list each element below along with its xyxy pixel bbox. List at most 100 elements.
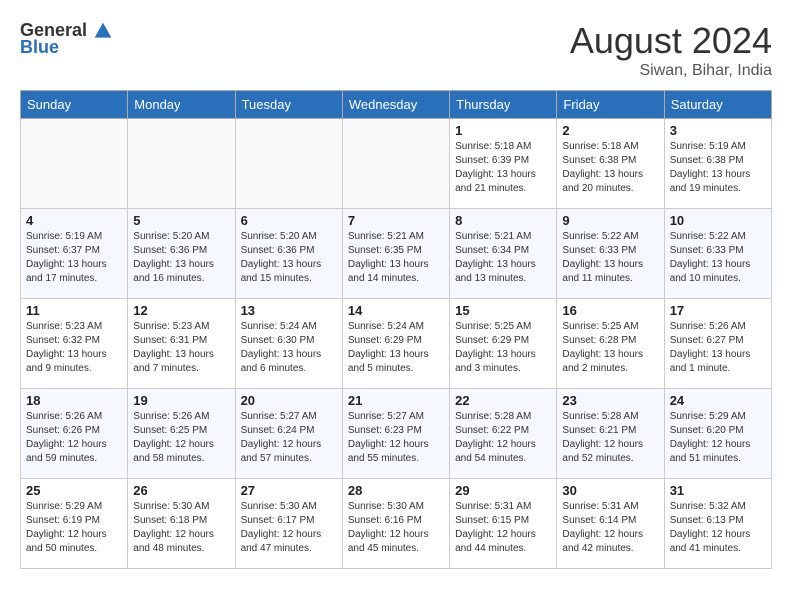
day-number: 7 bbox=[348, 213, 444, 228]
day-number: 28 bbox=[348, 483, 444, 498]
calendar-day-cell: 2 Sunrise: 5:18 AM Sunset: 6:38 PM Daylig… bbox=[557, 119, 664, 209]
day-info: Sunrise: 5:30 AM Sunset: 6:17 PM Dayligh… bbox=[241, 500, 337, 556]
day-number: 31 bbox=[670, 483, 766, 498]
calendar-week-row: 25Sunrise: 5:29 AM Sunset: 6:19 PM Dayli… bbox=[21, 479, 772, 569]
weekday-header-tuesday: Tuesday bbox=[235, 91, 342, 119]
day-info: Sunrise: 5:20 AM Sunset: 6:36 PM Dayligh… bbox=[241, 230, 337, 286]
day-number: 15 bbox=[455, 303, 551, 318]
day-info: Sunrise: 5:30 AM Sunset: 6:16 PM Dayligh… bbox=[348, 500, 444, 556]
calendar-day-cell bbox=[235, 119, 342, 209]
weekday-header-sunday: Sunday bbox=[21, 91, 128, 119]
calendar-day-cell: 31 Sunrise: 5:32 AM Sunset: 6:13 PM Dayli… bbox=[664, 479, 771, 569]
day-number: 23 bbox=[562, 393, 658, 408]
day-info: Sunrise: 5:23 AM Sunset: 6:32 PM Dayligh… bbox=[26, 320, 122, 376]
day-number: 4 bbox=[26, 213, 122, 228]
calendar-table: SundayMondayTuesdayWednesdayThursdayFrid… bbox=[20, 90, 772, 569]
calendar-day-cell bbox=[128, 119, 235, 209]
calendar-day-cell: 23Sunrise: 5:28 AM Sunset: 6:21 PM Dayli… bbox=[557, 389, 664, 479]
day-number: 14 bbox=[348, 303, 444, 318]
calendar-day-cell: 20 Sunrise: 5:27 AM Sunset: 6:24 PM Dayli… bbox=[235, 389, 342, 479]
day-info: Sunrise: 5:31 AM Sunset: 6:14 PM Dayligh… bbox=[562, 500, 658, 556]
weekday-header-friday: Friday bbox=[557, 91, 664, 119]
day-number: 1 bbox=[455, 123, 551, 138]
day-info: Sunrise: 5:30 AM Sunset: 6:18 PM Dayligh… bbox=[133, 500, 229, 556]
calendar-day-cell: 6 Sunrise: 5:20 AM Sunset: 6:36 PM Daylig… bbox=[235, 209, 342, 299]
day-info: Sunrise: 5:21 AM Sunset: 6:34 PM Dayligh… bbox=[455, 230, 551, 286]
day-info: Sunrise: 5:28 AM Sunset: 6:22 PM Dayligh… bbox=[455, 410, 551, 466]
weekday-header-thursday: Thursday bbox=[450, 91, 557, 119]
day-number: 19 bbox=[133, 393, 229, 408]
day-number: 24 bbox=[670, 393, 766, 408]
day-number: 25 bbox=[26, 483, 122, 498]
calendar-day-cell: 7 Sunrise: 5:21 AM Sunset: 6:35 PM Daylig… bbox=[342, 209, 449, 299]
day-number: 29 bbox=[455, 483, 551, 498]
calendar-header-row: SundayMondayTuesdayWednesdayThursdayFrid… bbox=[21, 91, 772, 119]
calendar-day-cell: 28 Sunrise: 5:30 AM Sunset: 6:16 PM Dayli… bbox=[342, 479, 449, 569]
day-info: Sunrise: 5:18 AM Sunset: 6:38 PM Dayligh… bbox=[562, 140, 658, 196]
calendar-day-cell: 18Sunrise: 5:26 AM Sunset: 6:26 PM Dayli… bbox=[21, 389, 128, 479]
day-number: 26 bbox=[133, 483, 229, 498]
calendar-day-cell: 9 Sunrise: 5:22 AM Sunset: 6:33 PM Daylig… bbox=[557, 209, 664, 299]
day-info: Sunrise: 5:25 AM Sunset: 6:28 PM Dayligh… bbox=[562, 320, 658, 376]
day-info: Sunrise: 5:31 AM Sunset: 6:15 PM Dayligh… bbox=[455, 500, 551, 556]
calendar-day-cell: 11 Sunrise: 5:23 AM Sunset: 6:32 PM Dayli… bbox=[21, 299, 128, 389]
calendar-week-row: 18Sunrise: 5:26 AM Sunset: 6:26 PM Dayli… bbox=[21, 389, 772, 479]
location-subtitle: Siwan, Bihar, India bbox=[570, 62, 772, 80]
day-number: 16 bbox=[562, 303, 658, 318]
day-info: Sunrise: 5:23 AM Sunset: 6:31 PM Dayligh… bbox=[133, 320, 229, 376]
calendar-day-cell: 25Sunrise: 5:29 AM Sunset: 6:19 PM Dayli… bbox=[21, 479, 128, 569]
day-info: Sunrise: 5:27 AM Sunset: 6:24 PM Dayligh… bbox=[241, 410, 337, 466]
day-number: 27 bbox=[241, 483, 337, 498]
day-number: 9 bbox=[562, 213, 658, 228]
calendar-day-cell: 15 Sunrise: 5:25 AM Sunset: 6:29 PM Dayli… bbox=[450, 299, 557, 389]
title-block: August 2024 Siwan, Bihar, India bbox=[570, 20, 772, 80]
day-number: 22 bbox=[455, 393, 551, 408]
day-info: Sunrise: 5:32 AM Sunset: 6:13 PM Dayligh… bbox=[670, 500, 766, 556]
logo-blue-text: Blue bbox=[20, 37, 59, 58]
day-number: 5 bbox=[133, 213, 229, 228]
calendar-day-cell: 14 Sunrise: 5:24 AM Sunset: 6:29 PM Dayli… bbox=[342, 299, 449, 389]
calendar-day-cell: 30 Sunrise: 5:31 AM Sunset: 6:14 PM Dayli… bbox=[557, 479, 664, 569]
calendar-week-row: 4 Sunrise: 5:19 AM Sunset: 6:37 PM Daylig… bbox=[21, 209, 772, 299]
calendar-day-cell: 10 Sunrise: 5:22 AM Sunset: 6:33 PM Dayli… bbox=[664, 209, 771, 299]
calendar-day-cell: 19Sunrise: 5:26 AM Sunset: 6:25 PM Dayli… bbox=[128, 389, 235, 479]
day-info: Sunrise: 5:24 AM Sunset: 6:29 PM Dayligh… bbox=[348, 320, 444, 376]
day-number: 11 bbox=[26, 303, 122, 318]
day-info: Sunrise: 5:26 AM Sunset: 6:27 PM Dayligh… bbox=[670, 320, 766, 376]
day-number: 10 bbox=[670, 213, 766, 228]
calendar-day-cell: 12Sunrise: 5:23 AM Sunset: 6:31 PM Dayli… bbox=[128, 299, 235, 389]
calendar-day-cell bbox=[342, 119, 449, 209]
calendar-week-row: 11 Sunrise: 5:23 AM Sunset: 6:32 PM Dayli… bbox=[21, 299, 772, 389]
day-number: 13 bbox=[241, 303, 337, 318]
day-info: Sunrise: 5:18 AM Sunset: 6:39 PM Dayligh… bbox=[455, 140, 551, 196]
day-info: Sunrise: 5:19 AM Sunset: 6:37 PM Dayligh… bbox=[26, 230, 122, 286]
calendar-day-cell: 5Sunrise: 5:20 AM Sunset: 6:36 PM Daylig… bbox=[128, 209, 235, 299]
day-info: Sunrise: 5:27 AM Sunset: 6:23 PM Dayligh… bbox=[348, 410, 444, 466]
calendar-day-cell: 13 Sunrise: 5:24 AM Sunset: 6:30 PM Dayli… bbox=[235, 299, 342, 389]
calendar-day-cell: 22 Sunrise: 5:28 AM Sunset: 6:22 PM Dayli… bbox=[450, 389, 557, 479]
day-number: 30 bbox=[562, 483, 658, 498]
day-number: 2 bbox=[562, 123, 658, 138]
calendar-day-cell: 16 Sunrise: 5:25 AM Sunset: 6:28 PM Dayli… bbox=[557, 299, 664, 389]
day-number: 21 bbox=[348, 393, 444, 408]
calendar-day-cell: 8 Sunrise: 5:21 AM Sunset: 6:34 PM Daylig… bbox=[450, 209, 557, 299]
day-info: Sunrise: 5:24 AM Sunset: 6:30 PM Dayligh… bbox=[241, 320, 337, 376]
month-year-title: August 2024 bbox=[570, 20, 772, 62]
day-info: Sunrise: 5:22 AM Sunset: 6:33 PM Dayligh… bbox=[562, 230, 658, 286]
calendar-day-cell: 24 Sunrise: 5:29 AM Sunset: 6:20 PM Dayli… bbox=[664, 389, 771, 479]
day-number: 6 bbox=[241, 213, 337, 228]
calendar-day-cell: 26 Sunrise: 5:30 AM Sunset: 6:18 PM Dayli… bbox=[128, 479, 235, 569]
logo: General Blue bbox=[20, 20, 113, 58]
day-info: Sunrise: 5:29 AM Sunset: 6:20 PM Dayligh… bbox=[670, 410, 766, 466]
calendar-day-cell: 27 Sunrise: 5:30 AM Sunset: 6:17 PM Dayli… bbox=[235, 479, 342, 569]
day-info: Sunrise: 5:25 AM Sunset: 6:29 PM Dayligh… bbox=[455, 320, 551, 376]
weekday-header-saturday: Saturday bbox=[664, 91, 771, 119]
day-number: 17 bbox=[670, 303, 766, 318]
day-number: 20 bbox=[241, 393, 337, 408]
day-info: Sunrise: 5:21 AM Sunset: 6:35 PM Dayligh… bbox=[348, 230, 444, 286]
day-info: Sunrise: 5:22 AM Sunset: 6:33 PM Dayligh… bbox=[670, 230, 766, 286]
day-number: 8 bbox=[455, 213, 551, 228]
weekday-header-monday: Monday bbox=[128, 91, 235, 119]
calendar-day-cell bbox=[21, 119, 128, 209]
day-info: Sunrise: 5:19 AM Sunset: 6:38 PM Dayligh… bbox=[670, 140, 766, 196]
